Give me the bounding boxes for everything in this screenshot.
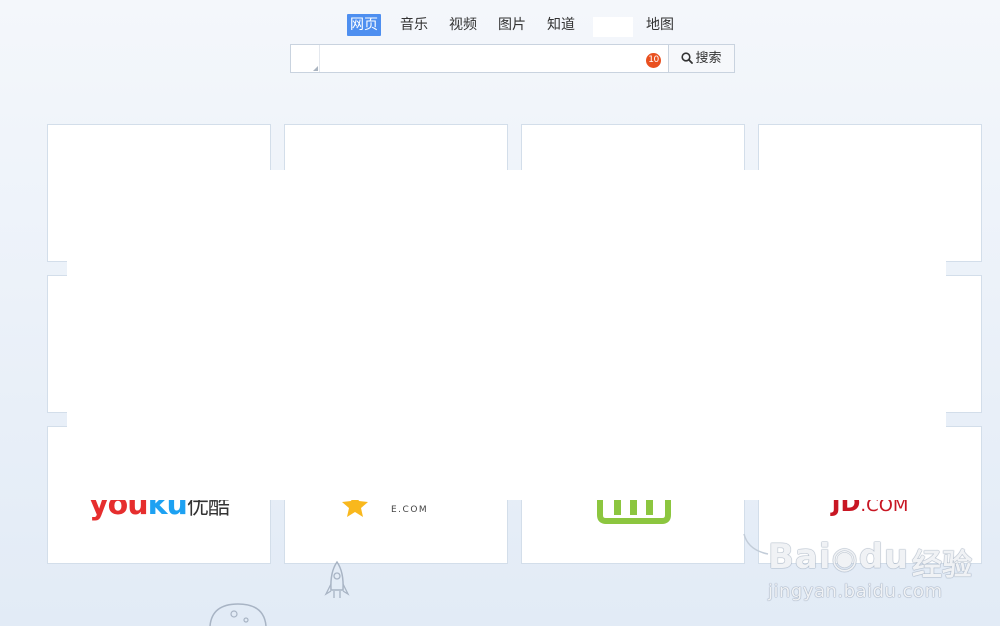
nav-tab-zhidao[interactable]: 知道 xyxy=(544,14,578,36)
dropdown-caret-icon xyxy=(313,66,318,71)
nav-tab-web[interactable]: 网页 xyxy=(347,14,381,36)
search-input[interactable] xyxy=(323,47,627,72)
site-domain-label: E.COM xyxy=(391,505,429,515)
rocket-icon xyxy=(324,560,350,598)
search-button[interactable]: 搜索 xyxy=(669,44,735,73)
nav-tab-images[interactable]: 图片 xyxy=(495,14,529,36)
planet-icon xyxy=(209,603,267,626)
nav-tab-music[interactable]: 音乐 xyxy=(397,14,431,36)
search-button-label: 搜索 xyxy=(695,51,722,66)
nav-tab-map[interactable]: 地图 xyxy=(643,14,677,36)
search-engine-selector[interactable] xyxy=(291,45,320,72)
category-nav: 网页 音乐 视频 图片 知道 地图 xyxy=(0,14,1000,38)
nav-tab-blank[interactable] xyxy=(593,17,633,37)
watermark-url: jingyan.baidu.com xyxy=(768,581,943,602)
search-icon xyxy=(681,52,694,64)
notification-badge[interactable]: 10 xyxy=(646,53,661,68)
search-box: 10 xyxy=(290,44,669,73)
nav-tab-video[interactable]: 视频 xyxy=(446,14,480,36)
content-overlay xyxy=(67,170,946,500)
